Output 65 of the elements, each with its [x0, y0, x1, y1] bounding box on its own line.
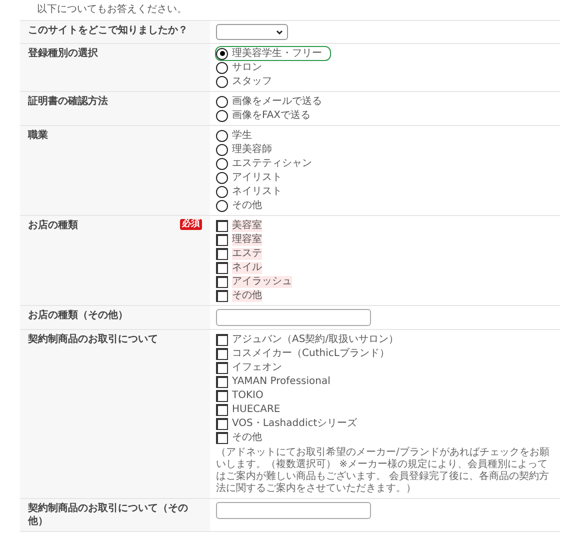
- radio-label: スタッフ: [232, 76, 272, 88]
- radio-button[interactable]: [216, 76, 228, 88]
- radio-button[interactable]: [216, 144, 228, 156]
- input-field[interactable]: [216, 309, 371, 326]
- checkbox-label: コスメイカー（CuthicLブランド）: [232, 348, 390, 360]
- checkbox-label: 理容室: [232, 234, 262, 246]
- checkbox-label: HUECARE: [232, 404, 280, 416]
- radio-label: 理美容学生・フリー: [232, 48, 322, 60]
- radio-label: 画像をメールで送る: [232, 96, 322, 108]
- field-label: 契約制商品のお取引について: [28, 333, 158, 346]
- radio-button[interactable]: [216, 48, 228, 60]
- checkbox-label: その他: [232, 290, 262, 302]
- radio-label: エステティシャン: [232, 158, 312, 170]
- field-label: お店の種類: [28, 219, 78, 232]
- field-label: 契約制商品のお取引について（その他）: [28, 502, 189, 528]
- radio-button[interactable]: [216, 130, 228, 142]
- checkbox[interactable]: [216, 334, 228, 346]
- checkbox-label: エステ: [232, 248, 262, 260]
- chevron-down-icon: [276, 30, 283, 34]
- radio-label: アイリスト: [232, 172, 282, 184]
- checkbox-label: ネイル: [232, 262, 262, 274]
- checkbox-label: TOKIO: [232, 390, 264, 402]
- checkbox[interactable]: [216, 390, 228, 402]
- radio-label: 画像をFAXで送る: [232, 110, 311, 122]
- checkbox[interactable]: [216, 234, 228, 246]
- checkbox[interactable]: [216, 432, 228, 444]
- checkbox-label: イフェオン: [232, 362, 282, 374]
- radio-button[interactable]: [216, 172, 228, 184]
- note-text: （アドネットにてお取引希望のメーカー/ブランドがあればチェックをお願いします。（複数選択可） ※メーカー様の規定により、会員種別によってはご案内が難しい商品もございます。 会員登録完了後に、各商品の契約方法に関するご案内をさせていただきます。）: [216, 447, 550, 495]
- checkbox[interactable]: [216, 262, 228, 274]
- field-label: 証明書の確認方法: [28, 95, 108, 108]
- radio-label: サロン: [232, 62, 262, 74]
- field-label: このサイトをどこで知りましたか？: [28, 24, 188, 37]
- radio-button[interactable]: [216, 110, 228, 122]
- select-field[interactable]: [216, 24, 288, 40]
- intro-text: 以下についてもお答えください。: [37, 3, 187, 17]
- radio-button[interactable]: [216, 158, 228, 170]
- radio-label: 理美容師: [232, 144, 272, 156]
- checkbox[interactable]: [216, 362, 228, 374]
- radio-button[interactable]: [216, 186, 228, 198]
- checkbox-label: 美容室: [232, 220, 262, 232]
- checkbox-label: アイラッシュ: [232, 276, 292, 288]
- radio-button[interactable]: [216, 200, 228, 212]
- checkbox[interactable]: [216, 220, 228, 232]
- field-label: 登録種別の選択: [28, 47, 98, 60]
- required-badge: 必須: [180, 219, 202, 230]
- radio-label: 学生: [232, 130, 252, 142]
- checkbox-label: VOS・Lashaddictシリーズ: [232, 418, 358, 430]
- checkbox[interactable]: [216, 348, 228, 360]
- field-label: 職業: [28, 129, 48, 142]
- checkbox[interactable]: [216, 376, 228, 388]
- checkbox[interactable]: [216, 290, 228, 302]
- radio-button[interactable]: [216, 96, 228, 108]
- field-label: お店の種類（その他）: [28, 309, 128, 322]
- radio-label: ネイリスト: [232, 186, 282, 198]
- checkbox-label: その他: [232, 432, 262, 444]
- radio-label: その他: [232, 200, 262, 212]
- checkbox-label: アジュバン（AS契約/取扱いサロン）: [232, 334, 399, 346]
- radio-button[interactable]: [216, 62, 228, 74]
- input-field[interactable]: [216, 502, 371, 519]
- checkbox[interactable]: [216, 404, 228, 416]
- checkbox[interactable]: [216, 418, 228, 430]
- checkbox[interactable]: [216, 248, 228, 260]
- checkbox[interactable]: [216, 276, 228, 288]
- checkbox-label: YAMAN Professional: [232, 376, 330, 388]
